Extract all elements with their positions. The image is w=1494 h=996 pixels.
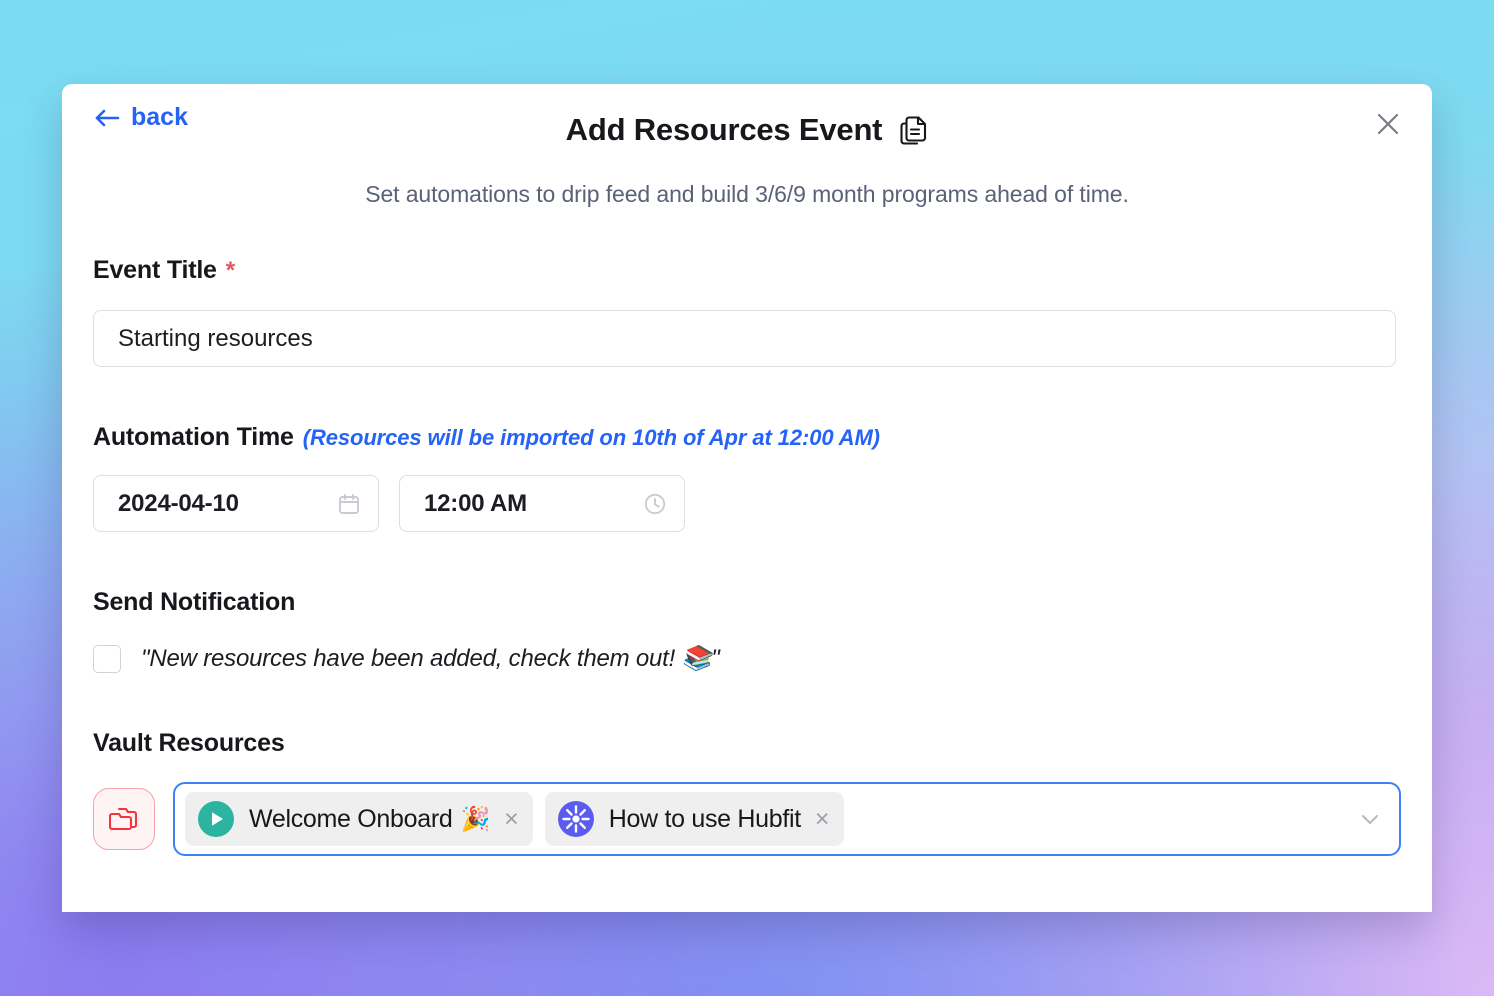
automation-time-fields: 2024-04-10 12:00 AM bbox=[93, 475, 1401, 532]
selected-resource-tag[interactable]: How to use Hubfit × bbox=[544, 792, 844, 846]
automation-time-label-text: Automation Time bbox=[93, 423, 294, 451]
selected-resource-tag[interactable]: Welcome Onboard 🎉 × bbox=[185, 792, 533, 846]
documents-copy-icon bbox=[899, 115, 928, 146]
add-resources-event-modal: back Add Resources Event Set automations… bbox=[62, 84, 1432, 912]
vault-resources-label: Vault Resources bbox=[93, 729, 1401, 758]
automation-time-hint: (Resources will be imported on 10th of A… bbox=[302, 425, 880, 450]
page-title: Add Resources Event bbox=[62, 112, 1432, 148]
automation-date-input[interactable]: 2024-04-10 bbox=[93, 475, 379, 532]
resource-emoji: 🎉 bbox=[460, 805, 491, 833]
automation-date-value: 2024-04-10 bbox=[118, 489, 239, 517]
selected-resource-label: How to use Hubfit bbox=[608, 804, 802, 834]
play-circle-icon bbox=[197, 800, 235, 838]
burst-circle-icon bbox=[557, 800, 595, 838]
page-subtitle: Set automations to drip feed and build 3… bbox=[365, 181, 1129, 207]
folders-icon bbox=[109, 806, 139, 832]
calendar-icon bbox=[337, 492, 361, 516]
event-title-label: Event Title * bbox=[93, 256, 1401, 285]
selected-resource-label: Welcome Onboard 🎉 bbox=[249, 805, 490, 834]
send-notification-label-text: Send Notification bbox=[93, 588, 296, 616]
close-button[interactable] bbox=[1368, 104, 1408, 144]
clock-icon bbox=[643, 492, 667, 516]
send-notification-label: Send Notification bbox=[93, 588, 1401, 617]
chevron-down-icon[interactable] bbox=[1357, 806, 1383, 832]
resource-title: How to use Hubfit bbox=[608, 804, 802, 833]
remove-resource-icon[interactable]: × bbox=[504, 806, 519, 832]
resource-title: Welcome Onboard bbox=[249, 804, 453, 833]
send-notification-checkbox[interactable] bbox=[93, 644, 121, 673]
vault-resources-multiselect[interactable]: Welcome Onboard 🎉 × How to use Hubfit × bbox=[173, 782, 1401, 856]
required-marker: * bbox=[225, 257, 235, 284]
send-notification-row: "New resources have been added, check th… bbox=[93, 644, 1401, 673]
form-body: Event Title * Starting resources Automat… bbox=[93, 256, 1401, 856]
automation-time-value: 12:00 AM bbox=[424, 489, 527, 517]
page-backdrop: back Add Resources Event Set automations… bbox=[0, 0, 1494, 996]
remove-resource-icon[interactable]: × bbox=[815, 806, 830, 832]
close-icon bbox=[1375, 111, 1401, 137]
vault-resources-label-text: Vault Resources bbox=[93, 729, 285, 757]
event-title-label-text: Event Title bbox=[93, 256, 217, 284]
vault-resources-row: Welcome Onboard 🎉 × How to use Hubfit × bbox=[93, 782, 1401, 856]
page-title-text: Add Resources Event bbox=[565, 112, 883, 147]
automation-time-input[interactable]: 12:00 AM bbox=[399, 475, 685, 532]
automation-time-label: Automation Time (Resources will be impor… bbox=[93, 423, 1401, 452]
browse-vault-folders-button[interactable] bbox=[93, 788, 155, 850]
event-title-input[interactable]: Starting resources bbox=[93, 310, 1396, 367]
send-notification-message: "New resources have been added, check th… bbox=[141, 645, 720, 672]
